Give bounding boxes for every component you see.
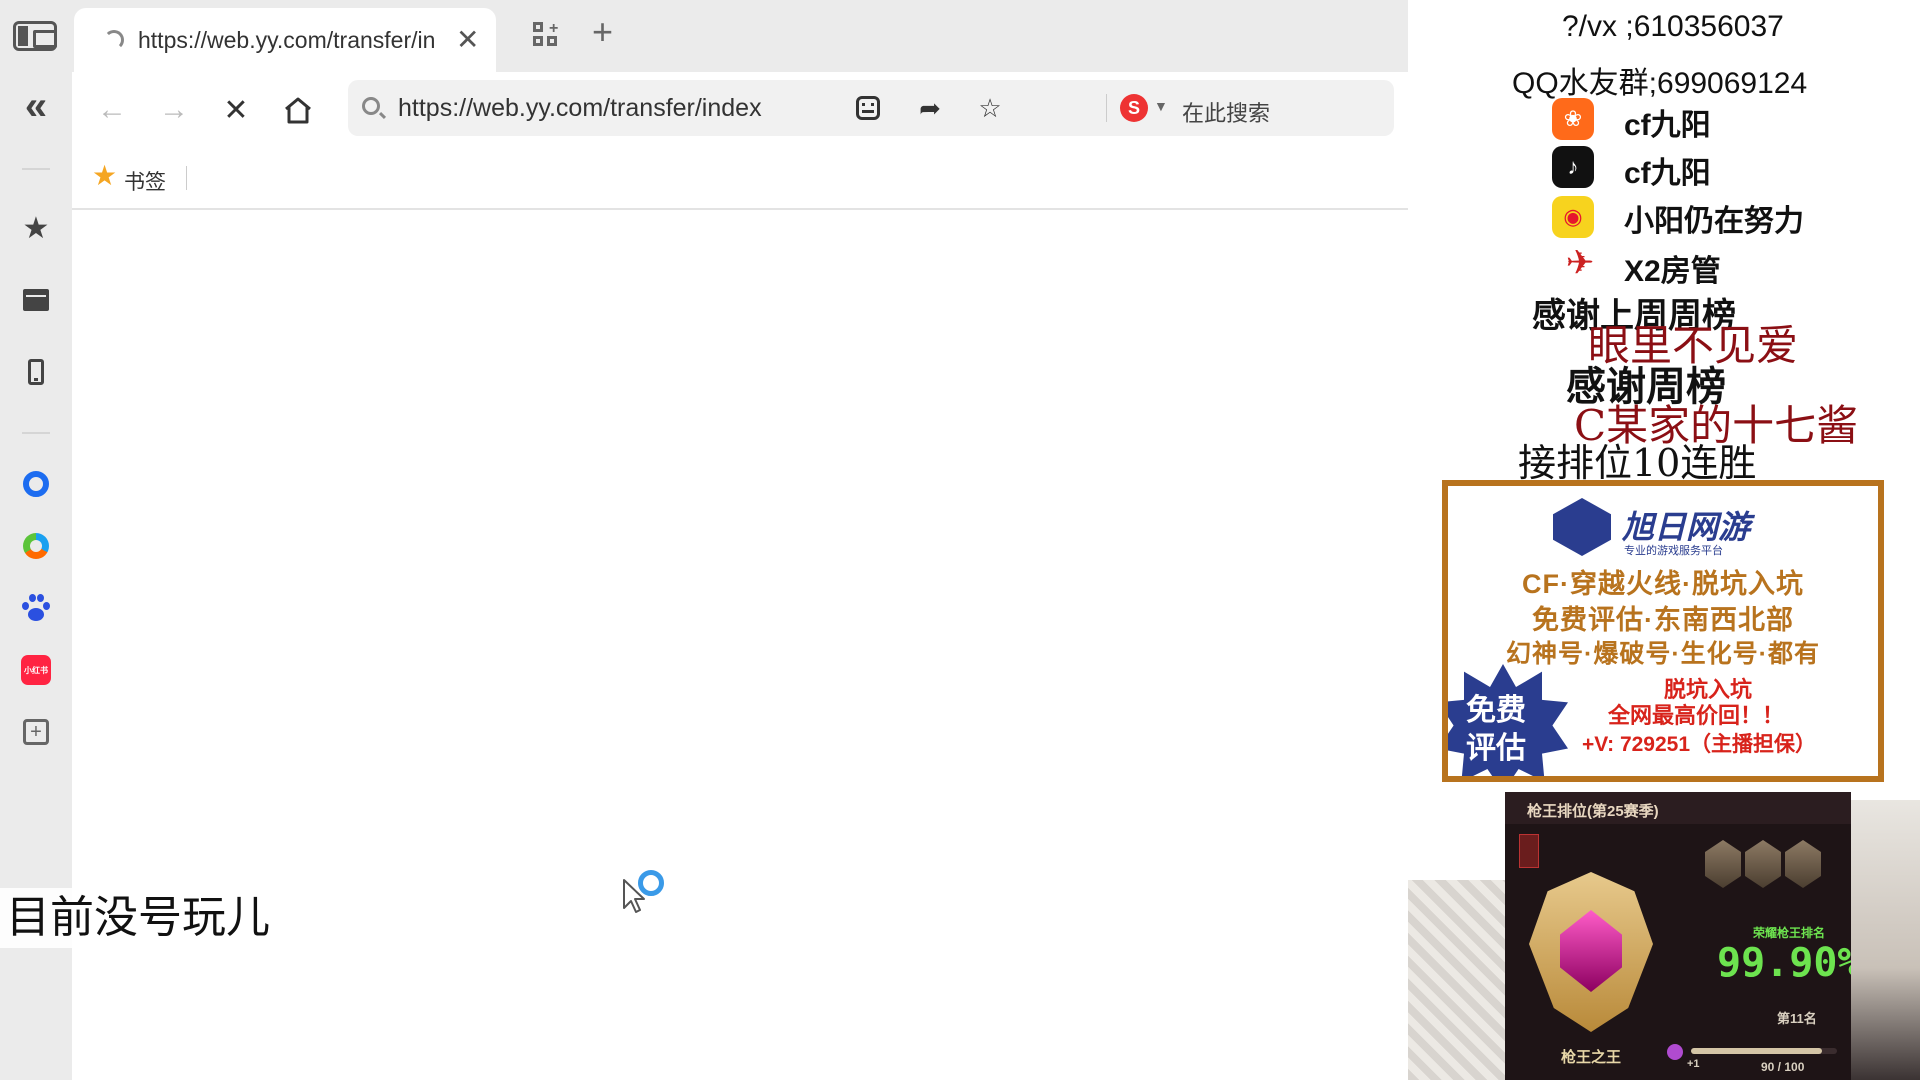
folder-icon[interactable] — [16, 280, 56, 320]
weibo-name: 小阳仍在努力 — [1624, 205, 1804, 238]
douyin-name: cf九阳 — [1624, 157, 1711, 190]
tab-bar: https://web.yy.com/transfer/in ✕ + + — [0, 0, 1408, 72]
weibo-icon: ◉ — [1552, 196, 1594, 238]
toolbar: ← → ✕ https://web.yy.com/transfer/index … — [72, 72, 1408, 148]
address-url[interactable]: https://web.yy.com/transfer/index — [398, 94, 788, 123]
browser-tab[interactable]: https://web.yy.com/transfer/in ✕ — [74, 8, 496, 72]
collapse-icon[interactable]: « — [16, 86, 56, 126]
brand-logo-icon — [1553, 498, 1611, 556]
bookmarks-button[interactable]: 书签 — [124, 166, 166, 196]
rank-token-icon — [1667, 1044, 1683, 1060]
sidebar-divider — [22, 432, 50, 434]
home-icon[interactable] — [276, 88, 320, 132]
rank-plus: +1 — [1687, 1058, 1700, 1070]
medal-icon — [1785, 840, 1821, 888]
stop-loading-icon[interactable]: ✕ — [214, 88, 258, 132]
qq-browser-icon[interactable] — [16, 464, 56, 504]
airplane-icon: ✈ — [1565, 244, 1595, 282]
bookmark-star-icon: ★ — [92, 160, 118, 191]
rank-title: 枪王排位(第25赛季) — [1505, 792, 1851, 824]
room-admin: X2房管 — [1624, 255, 1721, 288]
kuaishou-icon: ❀ — [1552, 98, 1594, 140]
tab-title: https://web.yy.com/transfer/in — [138, 26, 436, 53]
xiaohongshu-icon[interactable]: 小红书 — [16, 650, 56, 690]
ad-banner: 旭日网游 专业的游戏服务平台 CF·穿越火线·脱坑入坑 免费评估·东南西北部 幻… — [1442, 480, 1884, 782]
loading-icon — [104, 30, 124, 50]
search-icon — [362, 97, 380, 115]
rank-progress-bar — [1691, 1048, 1837, 1054]
sidebar-divider — [22, 168, 50, 170]
search-engine-icon[interactable]: S — [1120, 94, 1148, 122]
forward-icon[interactable]: → — [152, 88, 196, 132]
bookmarks-divider — [186, 166, 187, 190]
phone-icon[interactable] — [16, 352, 56, 392]
ad-badge-text: 免费评估 — [1466, 694, 1526, 765]
ad-red-3: +V: 729251（主播担保） — [1582, 733, 1817, 756]
reader-mode-icon[interactable] — [852, 92, 884, 124]
tab-window-icon[interactable] — [12, 18, 58, 54]
ad-line-2: 免费评估·东南西北部 — [1532, 605, 1794, 635]
favorites-icon[interactable]: ★ — [16, 208, 56, 248]
ad-line-3: 幻神号·爆破号·生化号·都有 — [1506, 640, 1820, 668]
address-divider — [1106, 94, 1107, 122]
busy-cursor-icon — [622, 870, 672, 920]
medal-icon — [1745, 840, 1781, 888]
back-icon[interactable]: ← — [90, 88, 134, 132]
rank-card: 枪王排位(第25赛季) 荣耀枪王排名 99.90% 第11名 枪王之王 +1 9… — [1505, 792, 1851, 1080]
douyin-icon: ♪ — [1552, 146, 1594, 188]
ad-line-1: CF·穿越火线·脱坑入坑 — [1522, 569, 1804, 599]
tab-groups-icon[interactable]: + — [533, 20, 561, 50]
address-bar[interactable]: https://web.yy.com/transfer/index ➦ ☆ S … — [348, 80, 1394, 136]
search-input[interactable]: 在此搜索 — [1182, 96, 1270, 128]
ranked-streak: 接排位10连胜 — [1518, 441, 1757, 485]
tab-close-icon[interactable]: ✕ — [456, 26, 479, 54]
add-app-icon[interactable]: + — [16, 712, 56, 752]
stream-caption: 目前没号玩儿 — [0, 888, 276, 948]
rank-position: 第11名 — [1777, 1011, 1817, 1026]
page-content[interactable] — [72, 210, 1408, 1080]
bookmarks-bar: ★ 书签 — [72, 148, 1408, 210]
xiaohongshu-label: 小红书 — [21, 655, 51, 685]
baidu-paw-icon[interactable] — [16, 588, 56, 628]
chevron-down-icon[interactable]: ▼ — [1154, 98, 1168, 114]
add-favorite-icon[interactable]: ☆ — [974, 92, 1006, 124]
kuaishou-name: cf九阳 — [1624, 109, 1711, 142]
medal-icon — [1705, 840, 1741, 888]
share-icon[interactable]: ➦ — [914, 92, 946, 124]
tencent-video-icon[interactable] — [16, 526, 56, 566]
rank-percent: 99.90% — [1717, 940, 1851, 986]
rank-progress-text: 90 / 100 — [1761, 1060, 1805, 1074]
rank-tier: 枪王之王 — [1561, 1049, 1622, 1066]
new-tab-icon[interactable]: + — [592, 14, 613, 50]
rank-flag-icon — [1519, 834, 1539, 868]
webcam-background — [1408, 880, 1505, 1080]
qq-group: QQ水友群;699069124 — [1512, 67, 1808, 100]
webcam-background — [1851, 800, 1920, 1080]
ad-brand-sub: 专业的游戏服务平台 — [1624, 545, 1723, 557]
ad-red-2: 全网最高价回！！ — [1608, 703, 1785, 728]
rank-green-label: 荣耀枪王排名 — [1753, 926, 1826, 940]
contact-vx: ?/vx ;610356037 — [1562, 10, 1784, 43]
